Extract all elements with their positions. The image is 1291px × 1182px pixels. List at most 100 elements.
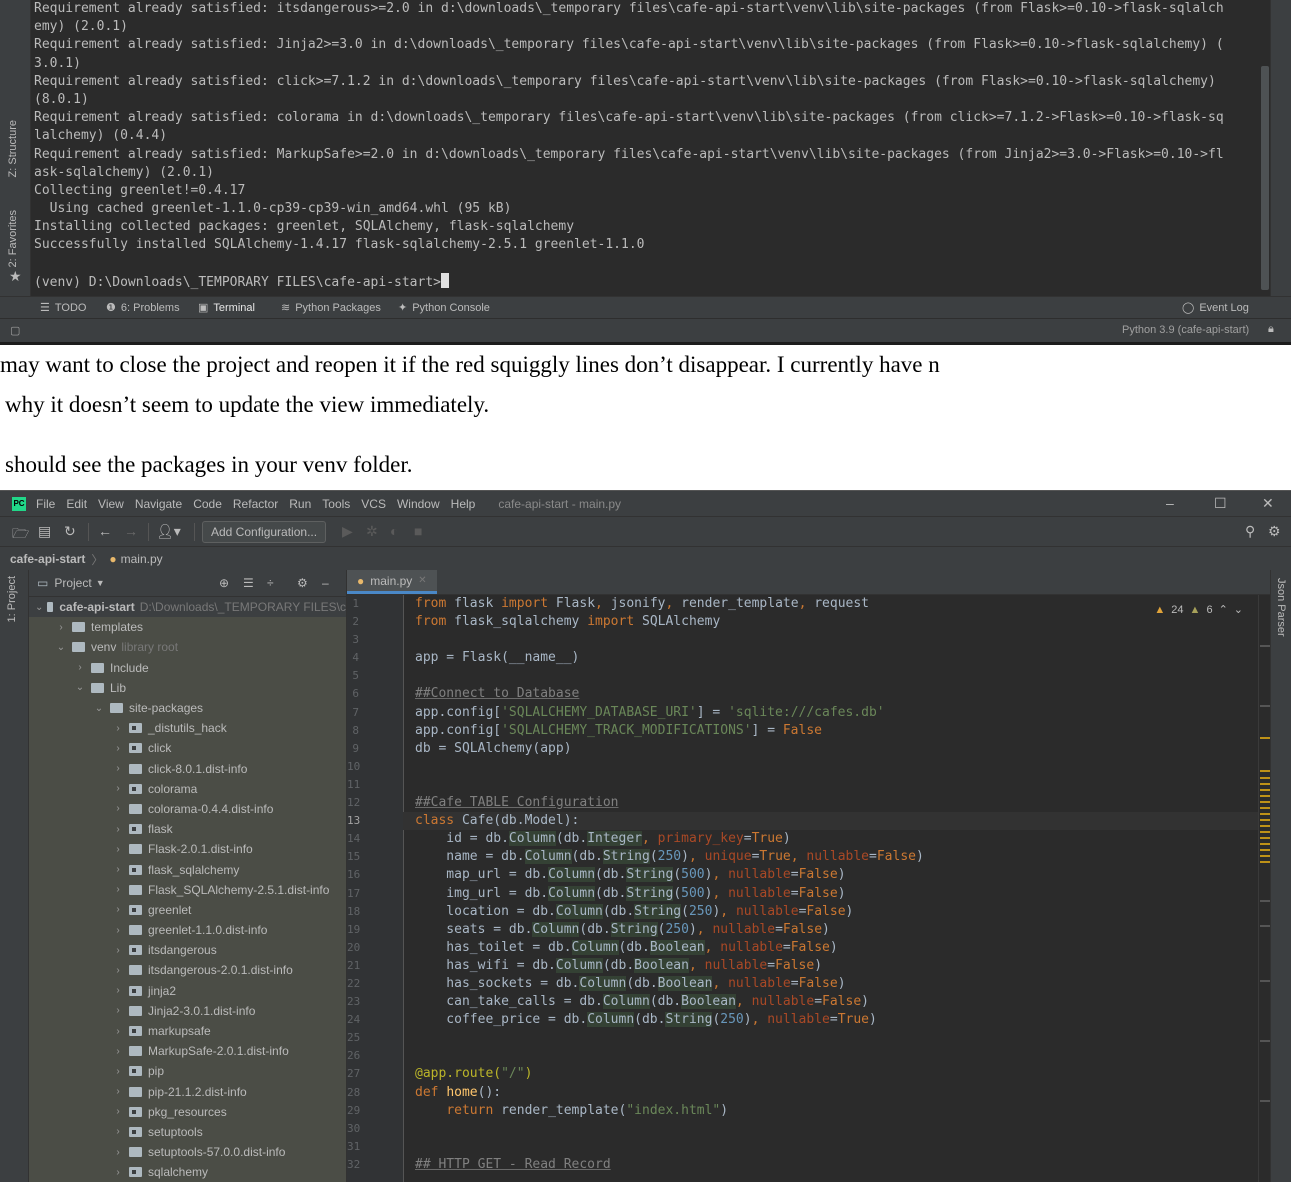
chevron-right-icon[interactable]: › [111, 1147, 125, 1158]
menu-view[interactable]: View [98, 497, 124, 511]
tree-item[interactable]: › flask [29, 819, 346, 840]
chevron-right-icon[interactable]: › [111, 1167, 125, 1178]
tree-item[interactable]: › setuptools-57.0.0.dist-info [29, 1142, 346, 1163]
menu-window[interactable]: Window [397, 497, 440, 511]
hide-icon[interactable]: – [322, 576, 329, 590]
tree-item[interactable]: › sqlalchemy [29, 1162, 346, 1182]
todo-tab[interactable]: ☰ TODO [40, 301, 86, 315]
chevron-right-icon[interactable]: › [111, 1066, 125, 1077]
tree-item[interactable]: › pip [29, 1061, 346, 1082]
chevron-down-icon[interactable]: ⌄ [73, 682, 87, 693]
menu-vcs[interactable]: VCS [361, 497, 386, 511]
tree-item[interactable]: › setuptools [29, 1121, 346, 1143]
tab-main-py[interactable]: ● main.py ✕ [347, 570, 437, 594]
menu-help[interactable]: Help [451, 497, 476, 511]
minimize-icon[interactable]: – [1166, 495, 1174, 511]
tree-item[interactable]: › Flask-2.0.1.dist-info [29, 839, 346, 860]
project-view-selector[interactable]: Project [54, 576, 91, 590]
chevron-right-icon[interactable]: › [73, 662, 87, 673]
tree-item[interactable]: › click [29, 738, 346, 759]
code-area[interactable]: from flask import Flask, jsonify, render… [403, 595, 1265, 1182]
favorites-tab[interactable]: 2: Favorites [7, 210, 19, 267]
breadcrumb-file[interactable]: main.py [121, 552, 163, 566]
tree-item[interactable]: › jinja2 [29, 980, 346, 1001]
menu-tools[interactable]: Tools [322, 497, 350, 511]
chevron-right-icon[interactable]: › [111, 743, 125, 754]
tree-item[interactable]: › Flask_SQLAlchemy-2.5.1.dist-info [29, 879, 346, 900]
chevron-right-icon[interactable]: › [111, 884, 125, 895]
sync-icon[interactable]: ↻ [64, 523, 76, 540]
terminal-tab[interactable]: ▣ Terminal [198, 301, 255, 315]
chevron-right-icon[interactable]: › [111, 1046, 125, 1057]
search-icon[interactable]: ⚲ [1245, 523, 1255, 540]
breadcrumb-project[interactable]: cafe-api-start [10, 552, 85, 566]
expand-all-icon[interactable]: ÷ [267, 576, 274, 590]
window-icon[interactable]: ▢ [10, 324, 20, 337]
chevron-up-icon[interactable]: ⌃ [1219, 603, 1228, 616]
problems-tab[interactable]: ❶ 6: Problems [106, 301, 180, 315]
tree-item[interactable]: › Include [29, 657, 346, 678]
structure-tab[interactable]: Z: Structure [7, 120, 19, 177]
tree-item[interactable]: › itsdangerous-2.0.1.dist-info [29, 960, 346, 981]
chevron-right-icon[interactable]: › [111, 723, 125, 734]
project-tool-tab[interactable]: 1: Project [6, 576, 18, 622]
tree-item[interactable]: › pkg_resources [29, 1101, 346, 1122]
chevron-down-icon[interactable]: ⌄ [35, 602, 43, 613]
chevron-right-icon[interactable]: › [111, 1086, 125, 1097]
menu-navigate[interactable]: Navigate [135, 497, 182, 511]
chevron-right-icon[interactable]: › [111, 925, 125, 936]
menu-run[interactable]: Run [289, 497, 311, 511]
chevron-right-icon[interactable]: › [111, 965, 125, 976]
lock-icon[interactable]: 🔒︎ [1268, 323, 1274, 336]
collapse-all-icon[interactable]: ☰ [243, 576, 254, 590]
chevron-right-icon[interactable]: › [111, 763, 125, 774]
tree-item[interactable]: ⌄ site-packages [29, 697, 346, 719]
stop-icon[interactable]: ■ [414, 523, 422, 539]
terminal-scrollbar[interactable] [1261, 66, 1269, 290]
terminal-output[interactable]: Requirement already satisfied: itsdanger… [34, 0, 1262, 296]
debug-icon[interactable]: ✲ [366, 523, 378, 540]
add-configuration-button[interactable]: Add Configuration... [202, 521, 327, 543]
close-icon[interactable]: ✕ [1262, 495, 1274, 512]
tree-item[interactable]: › click-8.0.1.dist-info [29, 758, 346, 779]
chevron-right-icon[interactable]: › [111, 1106, 125, 1117]
chevron-down-icon[interactable]: ⌄ [54, 642, 68, 653]
close-tab-icon[interactable]: ✕ [418, 575, 426, 586]
tree-item[interactable]: ⌄ venv library root [29, 637, 346, 658]
python-packages-tab[interactable]: ≋ Python Packages [281, 301, 381, 315]
terminal-prompt[interactable]: (venv) D:\Downloads\_TEMPORARY FILES\caf… [34, 272, 1262, 291]
tree-item[interactable]: › itsdangerous [29, 940, 346, 961]
maximize-icon[interactable]: ☐ [1214, 495, 1227, 512]
chevron-right-icon[interactable]: › [54, 622, 68, 633]
chevron-right-icon[interactable]: › [111, 945, 125, 956]
menu-edit[interactable]: Edit [66, 497, 87, 511]
chevron-right-icon[interactable]: › [111, 1026, 125, 1037]
python-console-tab[interactable]: ✦ Python Console [398, 301, 490, 315]
chevron-right-icon[interactable]: › [111, 985, 125, 996]
tree-item[interactable]: › greenlet-1.1.0.dist-info [29, 920, 346, 941]
inspection-widget[interactable]: ▲ 24 ▲ 6 ⌃ ⌄ [1154, 603, 1243, 617]
back-icon[interactable]: ← [98, 523, 112, 539]
tree-item[interactable]: › templates [29, 617, 346, 638]
tree-item[interactable]: › markupsafe [29, 1020, 346, 1042]
menu-file[interactable]: File [36, 497, 55, 511]
json-parser-tab[interactable]: Json Parser [1275, 578, 1287, 637]
menu-code[interactable]: Code [193, 497, 222, 511]
chevron-right-icon[interactable]: › [111, 904, 125, 915]
run-icon[interactable]: ▶ [342, 523, 353, 540]
tree-item[interactable]: › MarkupSafe-2.0.1.dist-info [29, 1041, 346, 1062]
tree-item[interactable]: › Jinja2-3.0.1.dist-info [29, 1000, 346, 1021]
chevron-right-icon[interactable]: › [111, 864, 125, 875]
chevron-down-icon[interactable]: ⌄ [92, 703, 106, 714]
locate-icon[interactable]: ⊕ [219, 576, 229, 590]
menu-refactor[interactable]: Refactor [233, 497, 278, 511]
tree-item[interactable]: › colorama [29, 778, 346, 799]
tree-item[interactable]: › greenlet [29, 899, 346, 920]
coverage-icon[interactable]: ◐ [390, 523, 398, 539]
chevron-right-icon[interactable]: › [111, 824, 125, 835]
interpreter-selector[interactable]: Python 3.9 (cafe-api-start) [1122, 324, 1249, 336]
gear-icon[interactable]: ⚙ [1268, 523, 1281, 540]
gear-icon[interactable]: ⚙ [297, 576, 308, 590]
chevron-right-icon[interactable]: › [111, 803, 125, 814]
chevron-right-icon[interactable]: › [111, 844, 125, 855]
